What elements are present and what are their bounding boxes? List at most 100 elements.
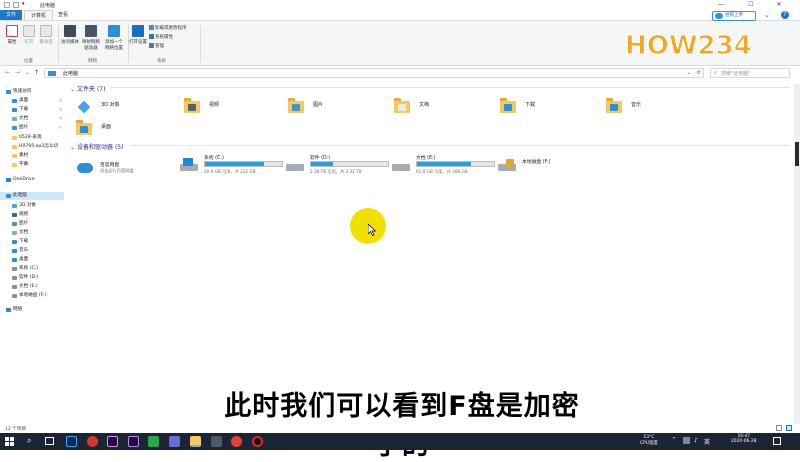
open-settings-button[interactable]: 打开设置 (129, 25, 147, 45)
sidebar-item-2[interactable]: 下载 ✎ (0, 106, 64, 114)
close-button[interactable]: ✕ (768, 0, 790, 10)
drive-item[interactable]: 软件 (D:) 2.39 TB 可用，共 3.32 TB (286, 154, 391, 184)
wechat-icon[interactable] (148, 436, 159, 447)
sidebar-item-9[interactable]: OneDrive (0, 176, 64, 184)
search-input[interactable]: ⌕ 搜索"此电脑" (710, 68, 790, 78)
folder-item[interactable]: 视频 (184, 96, 284, 120)
clock[interactable]: 16:47 2020-06-28 (731, 434, 757, 444)
folder-item[interactable]: 下载 (500, 96, 600, 120)
vertical-scrollbar[interactable] (794, 84, 800, 424)
scrollbar-thumb[interactable] (795, 142, 799, 166)
sidebar-item-1[interactable]: 桌面 ✎ (0, 97, 64, 105)
access-media-button[interactable]: 访问媒体 (59, 25, 81, 45)
sidebar-item-11[interactable]: 3D 对象 (0, 202, 64, 210)
address-bar[interactable]: 此电脑 ⌄ ⟳ (44, 68, 704, 78)
sidebar-item-18[interactable]: 系统 (C:) (0, 265, 64, 273)
system-properties-button[interactable]: 系统属性 (149, 34, 173, 40)
folder-item[interactable]: 图片 (288, 96, 388, 120)
ime-indicator[interactable]: 英 (704, 437, 710, 446)
file-explorer-icon[interactable] (190, 436, 201, 447)
sidebar-item-6[interactable]: H0795-ao3怎么切 (0, 143, 64, 151)
map-network-drive-button[interactable]: 映射网络驱动器 (81, 25, 101, 51)
recorder-icon[interactable] (252, 436, 263, 447)
folders-section-header[interactable]: ⌄ 文件夹 (7) (70, 84, 790, 93)
photoshop-icon[interactable] (66, 436, 77, 447)
task-view-icon[interactable] (45, 437, 54, 445)
drive-item[interactable]: 文档 (E:) 91.0 GB 可用，共 306 GB (392, 154, 497, 184)
quick-access-properties-icon[interactable] (4, 2, 10, 8)
network-tray-icon[interactable] (683, 437, 690, 444)
sidebar-item-13[interactable]: 图片 (0, 220, 64, 228)
sidebar-item-22[interactable]: 网络 (0, 306, 64, 314)
sidebar-item-4[interactable]: 图片 ✎ (0, 124, 64, 132)
recent-chevron-icon[interactable]: ⌄ (25, 69, 30, 76)
maximize-button[interactable]: ☐ (740, 0, 762, 10)
up-arrow-icon[interactable]: ↑ (34, 69, 39, 76)
sidebar-item-15[interactable]: 下载 (0, 238, 64, 246)
drives-section-header[interactable]: ⌄ 设备和驱动器 (5) (70, 142, 790, 151)
drive-space-text: 50.9 GB 可用，共 222 GB (204, 169, 256, 174)
map-drive-label: 映射网络驱动器 (82, 40, 100, 51)
forward-arrow-icon[interactable]: → (15, 69, 20, 76)
app-red-icon[interactable] (87, 436, 98, 447)
sidebar-item-label: 视频 (19, 212, 29, 217)
details-view-icon[interactable] (776, 425, 782, 431)
folder-item[interactable]: 文档 (394, 96, 494, 120)
ribbon-collapse-icon[interactable]: ⌄ (764, 11, 770, 19)
tab-file[interactable]: 文件 (0, 10, 22, 20)
windows-start-icon[interactable] (5, 437, 14, 446)
address-dropdown-icon[interactable]: ⌄ (687, 70, 691, 76)
uninstall-program-button[interactable]: 卸载或更改程序 (149, 25, 187, 31)
photo-upload-button[interactable]: 拍照上传 (712, 11, 756, 21)
premiere-icon[interactable] (107, 436, 118, 447)
tab-view[interactable]: 查看 (52, 10, 74, 20)
sidebar-item-12[interactable]: 视频 (0, 211, 64, 219)
manage-button[interactable]: 管理 (149, 43, 164, 49)
sidebar-item-17[interactable]: 桌面 (0, 256, 64, 264)
app-purple-icon[interactable] (169, 436, 180, 447)
add-network-location-button[interactable]: 添加一个网络位置 (103, 25, 125, 51)
pin-icon[interactable]: ✎ (59, 106, 62, 114)
taskbar-search-icon[interactable]: ⌕ (27, 436, 31, 446)
sidebar-item-icon (12, 117, 17, 121)
sidebar-item-label: 下载 (19, 107, 29, 112)
sidebar-item-16[interactable]: 音乐 (0, 247, 64, 255)
tray-overflow-icon[interactable]: ^ (672, 437, 676, 443)
app-gray-icon[interactable] (211, 436, 222, 447)
rename-button[interactable]: 重命名 (35, 25, 57, 45)
sidebar-item-5[interactable]: 0528-表演 (0, 134, 64, 142)
pin-icon[interactable]: ✎ (59, 97, 62, 105)
sidebar-item-20[interactable]: 文档 (E:) (0, 283, 64, 291)
sidebar-item-8[interactable]: 字幕 (0, 161, 64, 169)
help-icon[interactable]: ? (781, 11, 789, 19)
drive-item[interactable]: 百度网盘 双击运行百度网盘 (76, 157, 181, 187)
sidebar-item-10[interactable]: 此电脑 (0, 192, 64, 200)
sidebar-item-0[interactable]: 快速访问 (0, 88, 64, 96)
drive-item[interactable]: 本地磁盘 (F:) (498, 154, 603, 184)
chrome-icon[interactable] (231, 436, 242, 447)
sidebar-item-14[interactable]: 文档 (0, 229, 64, 237)
sidebar-item-3[interactable]: 文档 ✎ (0, 115, 64, 123)
drive-usage-fill (417, 162, 471, 166)
folder-item[interactable]: 桌面 (76, 118, 176, 142)
refresh-icon[interactable]: ⟳ (697, 70, 701, 76)
folder-item[interactable]: 3D 对象 (76, 96, 176, 120)
back-arrow-icon[interactable]: ← (5, 69, 10, 76)
pin-icon[interactable]: ✎ (59, 115, 62, 123)
sidebar-item-7[interactable]: 素材 (0, 152, 64, 160)
minimize-button[interactable]: — (710, 0, 732, 10)
quick-access-dropdown-icon[interactable]: ▾ (22, 1, 28, 7)
quick-access-folder-icon[interactable] (13, 2, 19, 8)
notification-icon[interactable] (773, 437, 781, 445)
after-effects-icon[interactable] (128, 436, 139, 447)
sidebar-item-label: 图片 (19, 221, 29, 226)
tab-computer[interactable]: 计算机 (24, 10, 54, 20)
sidebar-item-21[interactable]: 本地磁盘 (F:) (0, 292, 64, 300)
sidebar-item-label: H0795-ao3怎么切 (19, 144, 59, 149)
drive-item[interactable]: 系统 (C:) 50.9 GB 可用，共 222 GB (180, 154, 285, 184)
volume-tray-icon[interactable]: ♪ (694, 437, 698, 444)
folder-item[interactable]: 音乐 (606, 96, 706, 120)
sidebar-item-19[interactable]: 软件 (D:) (0, 274, 64, 282)
large-icons-view-icon[interactable] (786, 425, 792, 431)
pin-icon[interactable]: ✎ (59, 124, 62, 132)
